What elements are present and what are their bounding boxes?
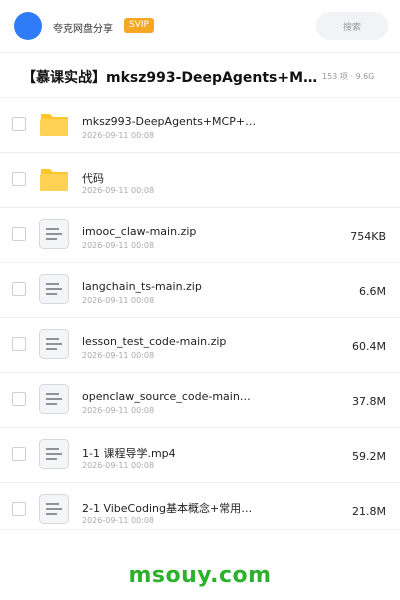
folder-meta: 153 项 · 9.6G <box>322 72 375 81</box>
file-name: 1-1 课程导学.mp4 <box>82 447 176 460</box>
file-row[interactable]: 代码 2026-09-11 00:08 <box>0 152 400 207</box>
file-name: openclaw_source_code-main… <box>82 390 251 403</box>
file-row[interactable]: lesson_test_code-main.zip 2026-09-11 00:0… <box>0 317 400 372</box>
file-name: lesson_test_code-main.zip <box>82 335 227 348</box>
file-row[interactable]: imooc_claw-main.zip 2026-09-11 00:08 754KB <box>0 207 400 262</box>
file-date: 2026-09-11 00:08 <box>82 186 155 195</box>
avatar[interactable] <box>14 12 42 40</box>
checkbox[interactable] <box>12 392 26 406</box>
document-icon <box>38 438 70 470</box>
file-date: 2026-09-11 00:08 <box>82 406 155 415</box>
watermark-text: msouy.com <box>128 563 272 588</box>
checkbox[interactable] <box>12 282 26 296</box>
document-icon <box>38 493 70 525</box>
file-size: 60.4M <box>352 340 386 353</box>
file-date: 2026-09-11 00:08 <box>82 241 155 250</box>
checkbox[interactable] <box>12 447 26 461</box>
file-row[interactable]: openclaw_source_code-main… 2026-09-11 00:… <box>0 372 400 427</box>
file-row[interactable]: 1-1 课程导学.mp4 2026-09-11 00:08 59.2M <box>0 427 400 482</box>
document-icon <box>38 328 70 360</box>
file-size: 59.2M <box>352 450 386 463</box>
svip-badge: SVIP <box>124 18 154 33</box>
file-size: 37.8M <box>352 395 386 408</box>
checkbox[interactable] <box>12 172 26 186</box>
owner-name: 夸克网盘分享 <box>53 24 113 35</box>
folder-title: 【慕课实战】mksz993-DeepAgents+MCP+A2… <box>22 70 322 86</box>
search-button[interactable]: 搜索 <box>316 12 388 40</box>
document-icon <box>38 273 70 305</box>
checkbox[interactable] <box>12 337 26 351</box>
document-icon <box>38 218 70 250</box>
checkbox[interactable] <box>12 117 26 131</box>
file-size: 21.8M <box>352 505 386 518</box>
file-size: 754KB <box>350 230 386 243</box>
file-size: 6.6M <box>359 285 386 298</box>
checkbox[interactable] <box>12 227 26 241</box>
folder-titlebar: 【慕课实战】mksz993-DeepAgents+MCP+A2… 153 项 ·… <box>0 52 400 99</box>
folder-icon <box>38 108 70 140</box>
file-name: imooc_claw-main.zip <box>82 225 197 238</box>
list-divider <box>0 529 400 530</box>
file-date: 2026-09-11 00:08 <box>82 351 155 360</box>
file-date: 2026-09-11 00:08 <box>82 131 155 140</box>
file-list: mksz993-DeepAgents+MCP+A2… 2026-09-11 00:… <box>0 97 400 537</box>
document-icon <box>38 383 70 415</box>
file-date: 2026-09-11 00:08 <box>82 296 155 305</box>
file-name: 代码 <box>82 172 104 185</box>
file-date: 2026-09-11 00:08 <box>82 516 155 525</box>
folder-icon <box>38 163 70 195</box>
file-name: 2-1 VibeCoding基本概念+常用工具介绍… <box>82 502 262 515</box>
file-date: 2026-09-11 00:08 <box>82 461 155 470</box>
file-row[interactable]: mksz993-DeepAgents+MCP+A2… 2026-09-11 00:… <box>0 97 400 152</box>
file-name: mksz993-DeepAgents+MCP+A2… <box>82 115 262 128</box>
header: 夸克网盘分享 SVIP 搜索 <box>0 0 400 52</box>
file-row[interactable]: langchain_ts-main.zip 2026-09-11 00:08 6.6… <box>0 262 400 317</box>
search-label: 搜索 <box>342 22 361 33</box>
file-name: langchain_ts-main.zip <box>82 280 202 293</box>
checkbox[interactable] <box>12 502 26 516</box>
